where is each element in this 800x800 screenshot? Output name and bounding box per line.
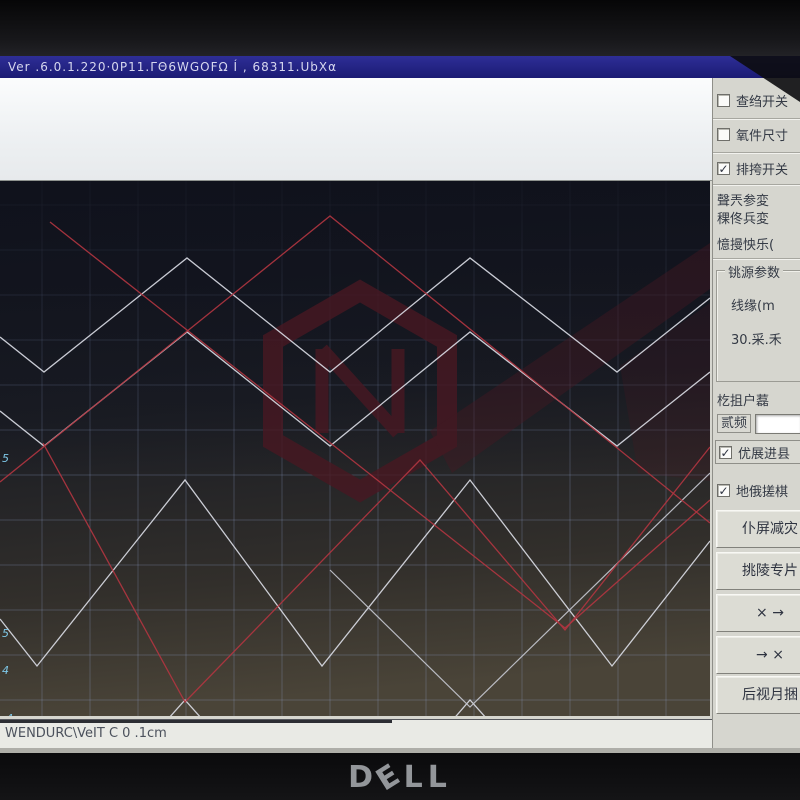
checkbox-row-3[interactable]: ✓ 排挎开关: [717, 156, 800, 180]
source-params-group: 铫源参数 线缘(m 30.采.禾: [716, 270, 800, 382]
mid-label: 杚抯户藞: [717, 390, 800, 409]
fade-label: 憶摱怏乐(: [717, 234, 800, 253]
divider: [713, 152, 800, 154]
frequency-input[interactable]: [755, 414, 800, 434]
checkbox-label: 排挎开关: [736, 159, 788, 178]
checkbox-icon[interactable]: [717, 128, 730, 141]
panel-button-arrow-right[interactable]: × →: [716, 594, 800, 632]
monitor-bezel-top: [0, 0, 800, 56]
plot-bottom-rule: [0, 720, 392, 723]
channel-marker: 5: [2, 452, 9, 465]
frequency-label: 贰频: [717, 414, 751, 433]
divider: [713, 118, 800, 120]
dell-logo: DELL: [0, 760, 800, 795]
info-label-line1: 聲兲参変: [717, 190, 800, 209]
panel-button-2[interactable]: 挑陵专片: [716, 552, 800, 590]
status-bar: WENDURC\VeIT C 0 .1cm: [0, 719, 712, 748]
frequency-row: 贰频: [717, 412, 800, 434]
group-row-2: 30.采.禾: [731, 329, 782, 348]
divider: [713, 184, 800, 186]
checkbox-icon[interactable]: [717, 94, 730, 107]
waveform-canvas: 5 5 4 4: [0, 181, 710, 716]
info-label-line2: 稞佟兵変: [717, 208, 800, 227]
channel-marker: 4: [2, 664, 9, 677]
checkbox-label: 优展进县: [738, 443, 790, 462]
checkbox-row-4[interactable]: ✓ 优展进县: [715, 440, 800, 464]
status-text: WENDURC\VeIT C 0 .1cm: [5, 726, 167, 741]
checkbox-label: 地俄搓棋: [736, 481, 788, 500]
checkbox-icon[interactable]: ✓: [717, 484, 730, 497]
screen: Ver .6.0.1.220·0P11.ΓΘ6WGOFΩ Í , 68311.U…: [0, 56, 800, 753]
group-row-1: 线缘(m: [731, 295, 775, 314]
checkbox-row-2[interactable]: 氧件尺寸: [717, 122, 800, 146]
toolbar-area[interactable]: [0, 78, 712, 181]
window-title-bar: Ver .6.0.1.220·0P11.ΓΘ6WGOFΩ Í , 68311.U…: [0, 56, 800, 78]
checkbox-icon[interactable]: ✓: [719, 446, 732, 459]
checkbox-label: 氧件尺寸: [736, 125, 788, 144]
channel-marker: 4: [6, 712, 13, 716]
checkbox-icon[interactable]: ✓: [717, 162, 730, 175]
control-panel: 查绉开关 氧件尺寸 ✓ 排挎开关 聲兲参変 稞佟兵変 憶摱怏乐( 铫源参数 线缘…: [712, 78, 800, 748]
checkbox-row-5[interactable]: ✓ 地俄搓棋: [717, 478, 800, 502]
panel-button-arrow-left[interactable]: → ×: [716, 636, 800, 674]
divider: [713, 258, 800, 260]
window-title: Ver .6.0.1.220·0P11.ΓΘ6WGOFΩ Í , 68311.U…: [8, 60, 337, 74]
monitor-photo: Ver .6.0.1.220·0P11.ΓΘ6WGOFΩ Í , 68311.U…: [0, 0, 800, 800]
plot-top-shade: [0, 181, 710, 716]
channel-marker: 5: [2, 627, 9, 640]
checkbox-label: 查绉开关: [736, 91, 788, 110]
waveform-plot[interactable]: 5 5 4 4: [0, 181, 710, 716]
panel-button-5[interactable]: 后视月捆: [716, 676, 800, 714]
group-title: 铫源参数: [725, 262, 783, 281]
panel-button-1[interactable]: 仆屏减灾: [716, 510, 800, 548]
